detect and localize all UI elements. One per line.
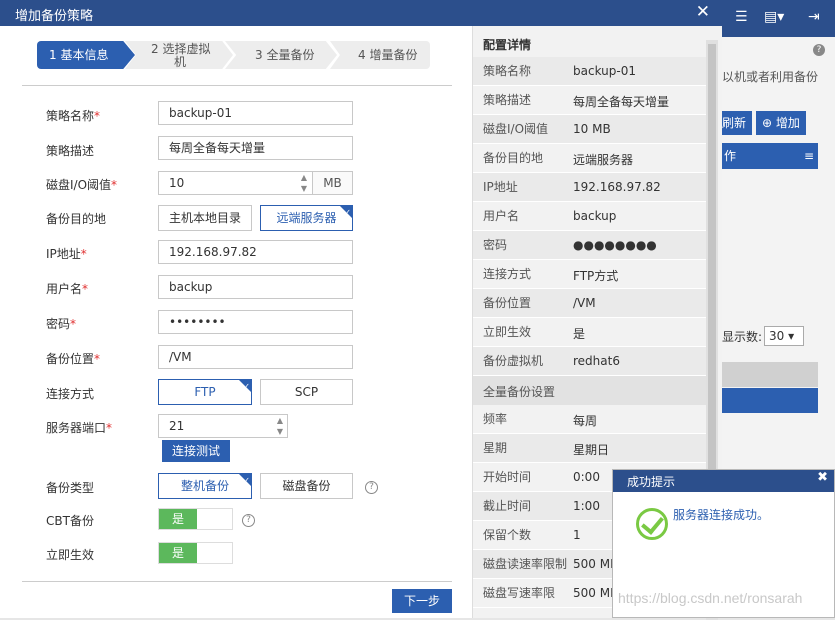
detail-row: 用户名 backup [473, 202, 707, 231]
app-topbar: ☰ ▤▾ ⇥ [722, 0, 835, 37]
detail-row: 频率 每周 [473, 405, 707, 434]
io-threshold-input[interactable]: 10 [158, 171, 313, 195]
detail-row: 立即生效是 [473, 318, 707, 347]
ip-label: IP地址* [46, 247, 87, 261]
type-full-option[interactable]: 整机备份 [158, 473, 252, 499]
help-icon[interactable]: ? [365, 481, 378, 494]
table-row-selected[interactable] [722, 388, 818, 413]
dest-local-option[interactable]: 主机本地目录 [158, 205, 252, 231]
conn-ftp-option[interactable]: FTP [158, 379, 252, 405]
backup-type-label: 备份类型 [46, 481, 95, 495]
detail-row: IP地址 192.168.97.82 [473, 173, 707, 202]
close-icon[interactable]: ✖ [817, 470, 828, 485]
watermark: https://blog.csdn.net/ronsarah [618, 590, 803, 606]
wizard-step-incremental[interactable]: 4 增量备份 [330, 41, 430, 69]
conn-scp-option[interactable]: SCP [260, 379, 353, 405]
detail-row: 连接方式 FTP方式 [473, 260, 707, 289]
dest-remote-option[interactable]: 远端服务器 [260, 205, 353, 231]
io-unit: MB [312, 171, 353, 195]
toast-header: 成功提示 ✖ [613, 470, 834, 492]
full-backup-section: 全量备份设置 [473, 376, 707, 405]
detail-row: 策略描述 每周全备每天增量 [473, 86, 707, 115]
policy-name-label: 策略名称* [46, 109, 101, 123]
next-button[interactable]: 下一步 [392, 589, 452, 613]
plus-icon: ⊕ [762, 116, 776, 130]
username-input[interactable]: backup [158, 275, 353, 299]
immediate-label: 立即生效 [46, 548, 95, 562]
app-description: 以机或者利用备份 [722, 70, 819, 84]
server-port-label: 服务器端口* [46, 421, 113, 435]
divider [22, 85, 452, 86]
detail-row: 策略名称 backup-01 [473, 57, 707, 86]
test-connection-button[interactable]: 连接测试 [162, 440, 230, 462]
help-icon[interactable]: ? [242, 514, 255, 527]
policy-desc-label: 策略描述 [46, 144, 95, 158]
success-check-icon [636, 508, 668, 540]
password-input[interactable]: •••••••• [158, 310, 353, 334]
io-threshold-label: 磁盘I/O阈值* [46, 178, 118, 192]
divider [22, 581, 452, 582]
spin-up-icon[interactable]: ▲ [273, 415, 287, 426]
type-disk-option[interactable]: 磁盘备份 [260, 473, 353, 499]
spin-down-icon[interactable]: ▼ [273, 426, 287, 437]
logout-icon[interactable]: ⇥ [808, 9, 820, 25]
details-heading: 配置详情 [483, 38, 532, 52]
spin-down-icon[interactable]: ▼ [297, 183, 311, 194]
connection-label: 连接方式 [46, 387, 95, 401]
cbt-label: CBT备份 [46, 514, 94, 528]
detail-row: 备份目的地 远端服务器 [473, 144, 707, 173]
detail-row: 备份位置/VM [473, 289, 707, 318]
port-stepper[interactable]: ▲ ▼ [273, 415, 287, 437]
wizard-step-full[interactable]: 3 全量备份 [225, 41, 337, 69]
menu-icon[interactable]: ≡ [804, 143, 814, 169]
toast-title: 成功提示 [627, 475, 676, 489]
per-page-label: 显示数: [722, 330, 763, 344]
policy-name-input[interactable]: backup-01 [158, 101, 353, 125]
help-icon[interactable]: ? [813, 44, 825, 56]
wizard-step-basic[interactable]: 1 基本信息 [37, 41, 135, 69]
username-label: 用户名* [46, 282, 89, 296]
detail-row: 备份虚拟机 redhat6 [473, 347, 707, 376]
backup-location-label: 备份位置* [46, 352, 101, 366]
immediate-toggle[interactable]: 是 [158, 542, 233, 564]
spin-up-icon[interactable]: ▲ [297, 172, 311, 183]
server-port-input[interactable]: 21 [158, 414, 288, 438]
table-header: 作 ≡ [722, 143, 818, 169]
scrollbar-thumb[interactable] [708, 44, 716, 484]
list-icon[interactable]: ☰ [735, 9, 748, 25]
password-label: 密码* [46, 317, 77, 331]
ip-input[interactable]: 192.168.97.82 [158, 240, 353, 264]
per-page-select[interactable]: 30 ▾ [764, 326, 804, 346]
table-row [722, 362, 818, 387]
dialog-form-panel: 1 基本信息 2 选择虚拟机 3 全量备份 4 增量备份 策略名称* backu… [0, 26, 472, 618]
cbt-toggle[interactable]: 是 [158, 508, 233, 530]
wizard-step-vm[interactable]: 2 选择虚拟机 [125, 41, 233, 69]
window-icon[interactable]: ▤▾ [764, 9, 784, 25]
destination-label: 备份目的地 [46, 212, 107, 226]
io-threshold-stepper[interactable]: ▲ ▼ [297, 172, 311, 194]
policy-desc-input[interactable]: 每周全备每天增量 [158, 136, 353, 160]
toast-message: 服务器连接成功。 [673, 508, 770, 522]
detail-row: 磁盘I/O阈值 10 MB [473, 115, 707, 144]
dialog-titlebar: 增加备份策略 ✕ [0, 0, 722, 26]
add-button[interactable]: ⊕ 增加 [756, 111, 806, 135]
close-icon[interactable]: ✕ [696, 2, 710, 22]
detail-row: 星期 星期日 [473, 434, 707, 463]
backup-location-input[interactable]: /VM [158, 345, 353, 369]
dialog-title: 增加备份策略 [15, 9, 94, 24]
detail-row: 密码 ●●●●●●●● [473, 231, 707, 260]
